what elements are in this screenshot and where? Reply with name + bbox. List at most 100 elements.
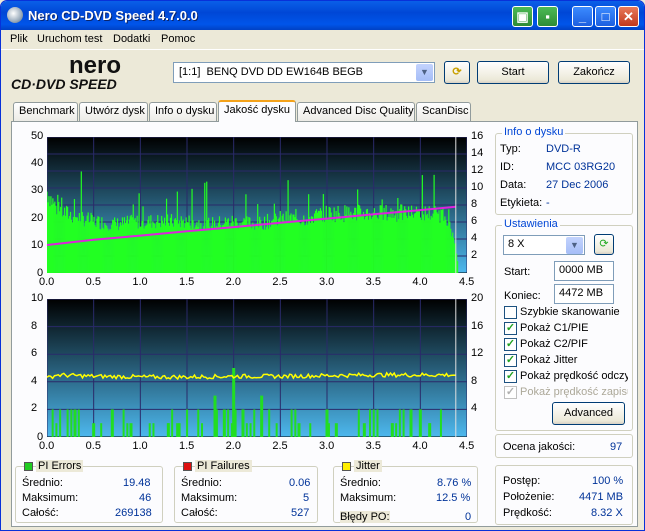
pif-bar [290, 409, 293, 437]
show-pif-checkbox[interactable]: ✓ [504, 338, 517, 351]
show-write-speed-label: Pokaż prędkość zapisu [520, 386, 628, 398]
y-tick-right: 6 [471, 215, 478, 227]
advanced-button[interactable]: Advanced [552, 402, 625, 425]
menu-uruchom-test[interactable]: Uruchom test [37, 33, 102, 45]
pif-bar [73, 409, 77, 437]
pi-failures-swatch [183, 462, 192, 471]
start-mb-input[interactable]: 0000 MB [554, 261, 614, 281]
y-tick-left: 50 [31, 130, 44, 142]
disc-info-title: Info o dysku [502, 126, 566, 138]
start-mb-label: Start: [504, 266, 531, 278]
tab-disc-quality[interactable]: Jakość dysku [218, 100, 296, 122]
x-tick: 1.5 [179, 440, 195, 452]
pif-bar [369, 409, 371, 437]
minimize-button[interactable]: _ [572, 6, 593, 27]
pi-failures-chart [47, 299, 467, 437]
pif-bar [201, 423, 203, 437]
quick-scan-checkbox[interactable] [504, 306, 517, 319]
pif-bar [51, 409, 54, 437]
chevron-down-icon[interactable]: ▼ [416, 64, 433, 81]
pif-bar [77, 409, 80, 437]
tab-create-disc[interactable]: Utwórz dysk [79, 102, 148, 121]
stop-button[interactable]: Zakończ [558, 61, 630, 84]
pif-bar [275, 423, 278, 437]
pif-bar [110, 409, 114, 437]
jitter-avg-label: Średnio: [340, 477, 381, 489]
pif-bar [70, 409, 73, 437]
show-jitter-checkbox[interactable]: ✓ [504, 354, 517, 367]
y-tick-right: 4 [471, 232, 478, 244]
pi-failures-max-value: 5 [303, 492, 310, 504]
speed-label: Prędkość: [503, 507, 552, 519]
pi-failures-avg-label: Średnio: [181, 477, 222, 489]
show-read-speed-checkbox[interactable]: ✓ [504, 370, 517, 383]
maximize-button[interactable]: □ [595, 6, 616, 27]
pif-bar [59, 409, 62, 437]
pif-bar [309, 423, 312, 437]
disc-label-label: Etykieta: [500, 197, 543, 209]
pi-failures-title: PI Failures [195, 460, 252, 472]
show-pie-checkbox[interactable]: ✓ [504, 322, 517, 335]
tab-scandisc[interactable]: ScanDisc [416, 102, 471, 121]
refresh-speeds-icon[interactable]: ⟳ [594, 234, 614, 255]
pif-bar [241, 409, 245, 437]
tab-advanced-disc-quality[interactable]: Advanced Disc Quality [297, 102, 415, 121]
pif-bar [197, 409, 200, 437]
tab-disc-info[interactable]: Info o dysku [149, 102, 217, 121]
menu-pomoc[interactable]: Pomoc [161, 33, 195, 45]
po-errors-value: 0 [465, 511, 472, 523]
pi-failures-max-label: Maksimum: [181, 492, 238, 504]
pif-bar [100, 423, 103, 437]
pif-bar [234, 409, 237, 437]
pif-bar [249, 423, 252, 437]
menu-dodatki[interactable]: Dodatki [113, 33, 150, 45]
quality-value: 97 [610, 441, 623, 453]
jitter-swatch [342, 462, 351, 471]
drive-id: [1:1] [179, 66, 201, 78]
speed-chevron-down-icon[interactable]: ▼ [566, 237, 583, 254]
y-tick-right: 8 [471, 198, 478, 210]
start-button[interactable]: Start [477, 61, 549, 84]
x-tick: 1.5 [179, 276, 195, 288]
quality-label: Ocena jakości: [503, 441, 576, 453]
disc-id-label: ID: [500, 161, 515, 173]
pi-errors-total-label: Całość: [22, 507, 59, 519]
disc-label-value: - [546, 197, 550, 209]
speed-select[interactable]: 8 X ▼ [503, 235, 585, 255]
pif-bar [245, 423, 248, 437]
y-tick-right: 8 [471, 374, 478, 387]
refresh-drive-button[interactable]: ⟳ [444, 61, 470, 84]
speed-value: 8.32 X [591, 507, 623, 519]
y-tick-left: 8 [31, 319, 38, 332]
x-tick: 4.5 [459, 440, 475, 452]
close-button[interactable]: ✕ [618, 6, 639, 27]
disc-type-value: DVD-R [546, 143, 581, 155]
restore-icon[interactable]: ▣ [512, 6, 533, 27]
pi-errors-max-value: 46 [139, 492, 152, 504]
logo-line2: CD·DVD SPEED [11, 76, 117, 92]
end-mb-input[interactable]: 4472 MB [554, 284, 614, 304]
window-title: Nero CD-DVD Speed 4.7.0.0 [28, 8, 198, 23]
pif-bar [376, 409, 379, 437]
tab-benchmark[interactable]: Benchmark [13, 102, 78, 121]
save-icon[interactable]: ▪ [537, 6, 558, 27]
progress-label: Postęp: [503, 475, 541, 487]
y-tick-right: 10 [471, 181, 484, 193]
drive-select[interactable]: [1:1] BENQ DVD DD EW164B BEGB ▼ [173, 62, 435, 83]
x-tick: 0.0 [39, 440, 55, 452]
pi-failures-total-value: 527 [291, 507, 310, 519]
pif-bar [92, 423, 96, 437]
menu-plik[interactable]: Plik [10, 33, 28, 45]
disc-id-value: MCC 03RG20 [546, 161, 616, 173]
pi-errors-title: PI Errors [36, 460, 84, 472]
x-tick: 3.0 [319, 440, 335, 452]
pif-bar [294, 409, 297, 437]
pif-bar [409, 409, 413, 437]
app-cd-icon [7, 7, 23, 23]
pif-bar [178, 423, 181, 437]
title-bar[interactable]: Nero CD-DVD Speed 4.7.0.0 ▣ ▪ _ □ ✕ [1, 1, 644, 30]
pi-errors-avg-value: 19.48 [123, 477, 151, 489]
pif-bar [126, 423, 129, 437]
pif-bar [391, 423, 394, 437]
y-tick-right: 12 [471, 347, 484, 360]
